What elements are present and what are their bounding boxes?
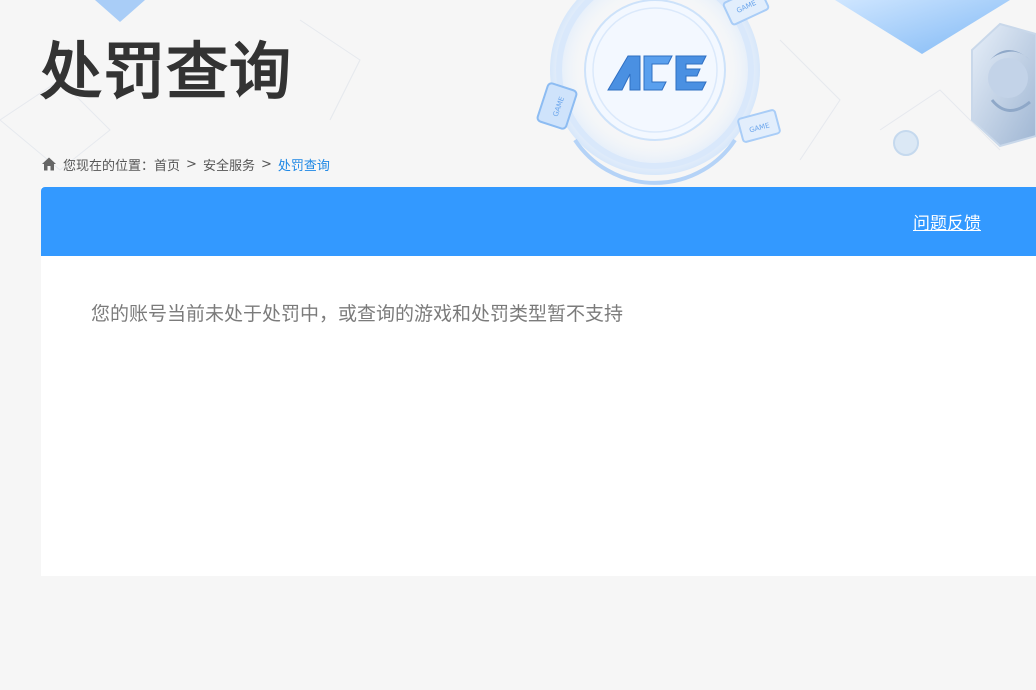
page-title: 处罚查询 xyxy=(40,35,293,108)
breadcrumb-item-current: 处罚查询 xyxy=(277,158,330,174)
character-portrait-icon xyxy=(971,22,1036,148)
breadcrumb-separator: > xyxy=(186,156,197,172)
feedback-link[interactable]: 问题反馈 xyxy=(913,209,981,234)
breadcrumb-item-home[interactable]: 首页 xyxy=(154,155,180,174)
breadcrumb-prefix: 您现在的位置： xyxy=(63,158,155,174)
breadcrumb: 您现在的位置： 首页 > 安全服务 > 处罚查询 xyxy=(41,154,330,174)
query-result-panel: 问题反馈 您的账号当前未处于处罚中，或查询的游戏和处罚类型暂不支持 xyxy=(41,187,1036,576)
status-message: 您的账号当前未处于处罚中，或查询的游戏和处罚类型暂不支持 xyxy=(91,303,624,325)
breadcrumb-separator: > xyxy=(260,156,272,172)
breadcrumb-item-security-services[interactable]: 安全服务 xyxy=(203,155,255,174)
panel-header-bar: 问题反馈 xyxy=(41,187,1036,256)
home-icon[interactable] xyxy=(41,156,57,172)
page-header: GAME GAME GAME 处罚查询 您现在的位置： 首页 > 安全服务 > … xyxy=(0,0,1036,187)
